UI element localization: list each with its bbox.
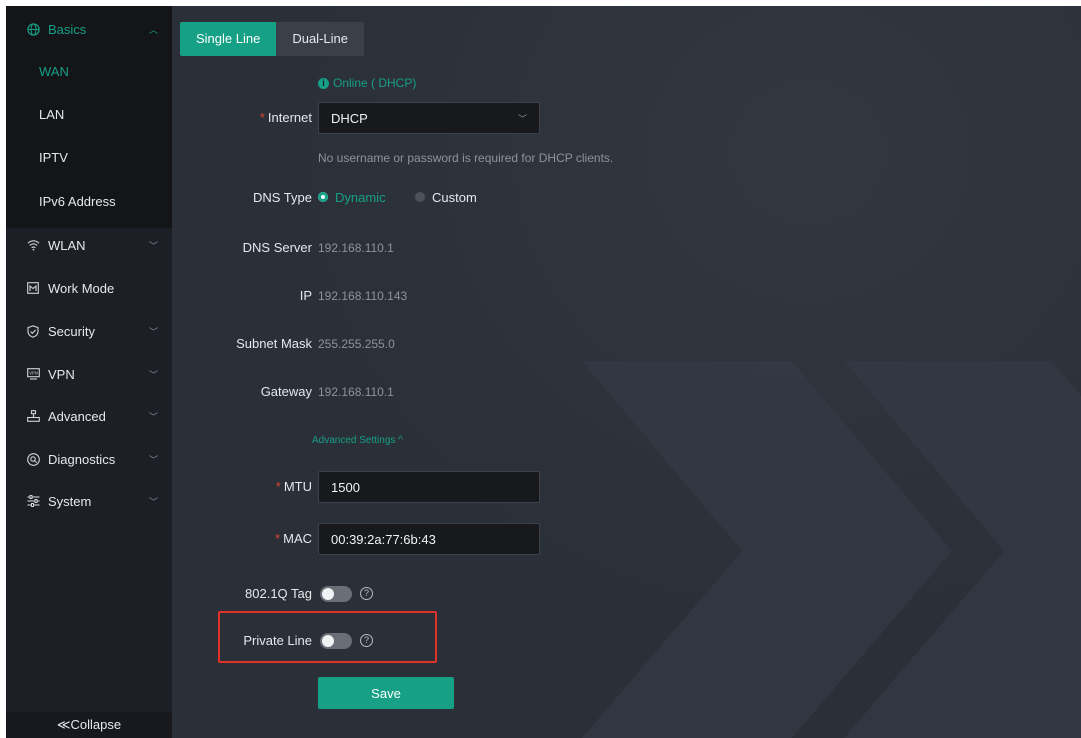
dns-server-label: DNS Server [242,240,312,255]
sidebar-subitem-label: IPTV [39,149,68,165]
sidebar-subitem-label: IPv6 Address [39,193,116,209]
sidebar-item-wlan[interactable]: WLAN ﹀ [6,225,172,265]
mtu-input-value: 1500 [331,479,360,495]
dns-custom-label: Custom [432,190,477,205]
gateway-value: 192.168.110.1 [318,385,394,399]
sidebar-item-label: Diagnostics [48,451,116,467]
mac-input[interactable]: 00:39:2a:77:6b:43 [318,523,540,555]
sidebar-subitem-iptv[interactable]: IPTV [6,137,172,177]
advanced-settings-toggle[interactable]: Advanced Settings ^ [312,435,403,446]
globe-icon [26,22,40,36]
diagnostics-icon [26,452,40,466]
line-mode-tabs: Single Line Dual-Line [180,22,364,56]
sidebar-item-label: Advanced [48,408,106,424]
internet-select-value: DHCP [331,110,368,126]
sidebar-item-diagnostics[interactable]: Diagnostics ﹀ [6,439,172,479]
sidebar-item-basics[interactable]: Basics ︿ [6,9,172,49]
wifi-icon [26,238,40,252]
info-icon: i [318,77,329,89]
gateway-label: Gateway [260,384,312,399]
mtu-input[interactable]: 1500 [318,471,540,503]
mac-label: * MAC [275,531,312,546]
sidebar-item-advanced[interactable]: Advanced ﹀ [6,396,172,436]
sidebar-item-label: Work Mode [48,280,115,296]
dns-custom-radio[interactable] [415,192,425,202]
advanced-icon [26,409,40,423]
save-button[interactable]: Save [318,677,454,709]
sidebar-item-label: Basics [48,21,87,37]
work-mode-icon [26,281,40,295]
shield-icon [26,324,40,338]
ip-value: 192.168.110.143 [318,289,408,303]
chevron-down-icon: ﹀ [517,113,527,124]
chevron-up-icon: ︿ [148,24,158,35]
mac-input-value: 00:39:2a:77:6b:43 [331,531,436,547]
mtu-label: * MTU [275,479,312,494]
toggle-knob [322,588,334,600]
connection-status: i Online ( DHCP) [318,76,416,90]
subnet-mask-label: Subnet Mask [236,336,312,351]
sidebar-subitem-lan[interactable]: LAN [6,94,172,134]
tab-single-line[interactable]: Single Line [180,22,277,56]
ip-label: IP [299,288,312,303]
internet-select[interactable]: DHCP ﹀ [318,102,540,134]
sidebar-subitem-ipv6-address[interactable]: IPv6 Address [6,181,172,221]
tab-dual-line[interactable]: Dual-Line [276,22,364,56]
chevron-down-icon: ﹀ [148,496,158,507]
sidebar-subitem-label: WAN [39,63,69,79]
sidebar-item-label: VPN [48,366,75,382]
sidebar-subitem-wan[interactable]: WAN [6,51,172,91]
subnet-mask-value: 255.255.255.0 [318,337,395,351]
tag-8021q-toggle[interactable] [320,586,352,602]
sidebar-subitem-label: LAN [39,106,65,122]
internet-label: * Internet [259,110,312,125]
sidebar-item-vpn[interactable]: VPN VPN ﹀ [6,354,172,394]
main-content: Single Line Dual-Line i Online ( DHCP) *… [172,6,1081,738]
dns-server-value: 192.168.110.1 [318,241,394,255]
chevron-down-icon: ﹀ [148,240,158,251]
system-icon [26,494,40,508]
dns-dynamic-label: Dynamic [335,190,386,205]
vpn-icon: VPN [26,367,40,381]
sidebar-item-system[interactable]: System ﹀ [6,481,172,521]
dns-dynamic-radio[interactable] [318,192,328,202]
status-text: Online ( DHCP) [333,76,417,90]
tag-8021q-label: 802.1Q Tag [245,586,312,601]
dhcp-note: No username or password is required for … [318,151,614,165]
sidebar: Basics ︿ WAN LAN IPTV IPv6 Address WLAN … [6,6,172,738]
sidebar-item-work-mode[interactable]: Work Mode [6,268,172,308]
sidebar-item-label: System [48,493,92,509]
private-line-highlight-box [218,611,437,663]
chevron-down-icon: ﹀ [148,411,158,422]
chevron-down-icon: ﹀ [148,369,158,380]
sidebar-item-label: WLAN [48,237,86,253]
svg-text:VPN: VPN [29,371,38,376]
dns-type-label: DNS Type [252,190,312,205]
collapse-button[interactable]: ≪Collapse [6,712,172,738]
chevron-down-icon: ﹀ [148,454,158,465]
chevron-down-icon: ﹀ [148,326,158,337]
help-icon[interactable]: ? [360,587,373,600]
app-window: Basics ︿ WAN LAN IPTV IPv6 Address WLAN … [6,6,1081,738]
sidebar-item-label: Security [48,323,95,339]
sidebar-item-security[interactable]: Security ﹀ [6,311,172,351]
